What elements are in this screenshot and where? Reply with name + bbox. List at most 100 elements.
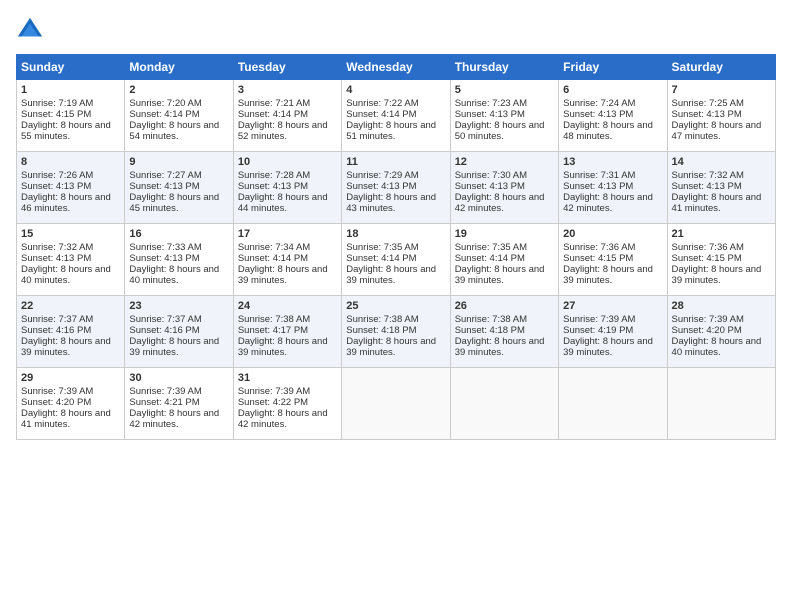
col-header-tuesday: Tuesday (233, 55, 341, 80)
page: SundayMondayTuesdayWednesdayThursdayFrid… (0, 0, 792, 448)
col-header-thursday: Thursday (450, 55, 558, 80)
sunset: Sunset: 4:16 PM (21, 325, 91, 336)
week-row-4: 22Sunrise: 7:37 AMSunset: 4:16 PMDayligh… (17, 296, 776, 368)
day-number: 11 (346, 156, 445, 168)
sunrise: Sunrise: 7:27 AM (129, 170, 201, 181)
sunrise: Sunrise: 7:39 AM (129, 386, 201, 397)
calendar-cell (559, 368, 667, 440)
day-number: 14 (672, 156, 771, 168)
sunrise: Sunrise: 7:21 AM (238, 98, 310, 109)
week-row-2: 8Sunrise: 7:26 AMSunset: 4:13 PMDaylight… (17, 152, 776, 224)
calendar-cell: 16Sunrise: 7:33 AMSunset: 4:13 PMDayligh… (125, 224, 233, 296)
calendar-cell: 28 Sunrise: 7:39 AMSunset: 4:20 PMDayligh… (667, 296, 775, 368)
day-number: 16 (129, 228, 228, 240)
sunset: Sunset: 4:15 PM (672, 253, 742, 264)
calendar-cell: 12Sunrise: 7:30 AMSunset: 4:13 PMDayligh… (450, 152, 558, 224)
sunset: Sunset: 4:14 PM (238, 253, 308, 264)
daylight: Daylight: 8 hours and 55 minutes. (21, 120, 111, 142)
daylight: Daylight: 8 hours and 52 minutes. (238, 120, 328, 142)
daylight: Daylight: 8 hours and 43 minutes. (346, 192, 436, 214)
daylight: Daylight: 8 hours and 50 minutes. (455, 120, 545, 142)
day-number: 10 (238, 156, 337, 168)
calendar-cell: 10Sunrise: 7:28 AMSunset: 4:13 PMDayligh… (233, 152, 341, 224)
calendar-cell (450, 368, 558, 440)
day-number: 2 (129, 84, 228, 96)
header-row: SundayMondayTuesdayWednesdayThursdayFrid… (17, 55, 776, 80)
sunrise: Sunrise: 7:22 AM (346, 98, 418, 109)
sunset: Sunset: 4:15 PM (563, 253, 633, 264)
sunset: Sunset: 4:13 PM (238, 181, 308, 192)
col-header-sunday: Sunday (17, 55, 125, 80)
week-row-3: 15Sunrise: 7:32 AMSunset: 4:13 PMDayligh… (17, 224, 776, 296)
sunrise: Sunrise: 7:38 AM (346, 314, 418, 325)
sunrise: Sunrise: 7:30 AM (455, 170, 527, 181)
sunrise: Sunrise: 7:32 AM (672, 170, 744, 181)
day-number: 15 (21, 228, 120, 240)
sunset: Sunset: 4:14 PM (346, 253, 416, 264)
sunrise: Sunrise: 7:39 AM (563, 314, 635, 325)
sunset: Sunset: 4:14 PM (129, 109, 199, 120)
day-number: 3 (238, 84, 337, 96)
day-number: 6 (563, 84, 662, 96)
sunset: Sunset: 4:13 PM (563, 109, 633, 120)
sunrise: Sunrise: 7:36 AM (563, 242, 635, 253)
sunset: Sunset: 4:22 PM (238, 397, 308, 408)
sunset: Sunset: 4:21 PM (129, 397, 199, 408)
daylight: Daylight: 8 hours and 45 minutes. (129, 192, 219, 214)
daylight: Daylight: 8 hours and 40 minutes. (672, 336, 762, 358)
calendar-cell: 14Sunrise: 7:32 AMSunset: 4:13 PMDayligh… (667, 152, 775, 224)
sunrise: Sunrise: 7:29 AM (346, 170, 418, 181)
sunrise: Sunrise: 7:39 AM (21, 386, 93, 397)
sunset: Sunset: 4:20 PM (672, 325, 742, 336)
day-number: 26 (455, 300, 554, 312)
header (16, 16, 776, 44)
day-number: 20 (563, 228, 662, 240)
calendar-cell: 26Sunrise: 7:38 AMSunset: 4:18 PMDayligh… (450, 296, 558, 368)
daylight: Daylight: 8 hours and 39 minutes. (563, 336, 653, 358)
daylight: Daylight: 8 hours and 39 minutes. (21, 336, 111, 358)
sunrise: Sunrise: 7:36 AM (672, 242, 744, 253)
daylight: Daylight: 8 hours and 39 minutes. (346, 264, 436, 286)
sunset: Sunset: 4:16 PM (129, 325, 199, 336)
calendar-cell: 13Sunrise: 7:31 AMSunset: 4:13 PMDayligh… (559, 152, 667, 224)
calendar-cell: 15Sunrise: 7:32 AMSunset: 4:13 PMDayligh… (17, 224, 125, 296)
sunset: Sunset: 4:13 PM (129, 253, 199, 264)
sunrise: Sunrise: 7:34 AM (238, 242, 310, 253)
daylight: Daylight: 8 hours and 47 minutes. (672, 120, 762, 142)
day-number: 5 (455, 84, 554, 96)
calendar-cell: 18Sunrise: 7:35 AMSunset: 4:14 PMDayligh… (342, 224, 450, 296)
day-number: 25 (346, 300, 445, 312)
day-number: 23 (129, 300, 228, 312)
sunrise: Sunrise: 7:39 AM (672, 314, 744, 325)
week-row-5: 29Sunrise: 7:39 AMSunset: 4:20 PMDayligh… (17, 368, 776, 440)
sunrise: Sunrise: 7:38 AM (455, 314, 527, 325)
sunrise: Sunrise: 7:35 AM (346, 242, 418, 253)
calendar-cell: 21Sunrise: 7:36 AMSunset: 4:15 PMDayligh… (667, 224, 775, 296)
daylight: Daylight: 8 hours and 54 minutes. (129, 120, 219, 142)
daylight: Daylight: 8 hours and 39 minutes. (455, 264, 545, 286)
calendar-cell: 24Sunrise: 7:38 AMSunset: 4:17 PMDayligh… (233, 296, 341, 368)
logo-icon (16, 16, 44, 44)
sunrise: Sunrise: 7:23 AM (455, 98, 527, 109)
calendar-cell: 17Sunrise: 7:34 AMSunset: 4:14 PMDayligh… (233, 224, 341, 296)
sunset: Sunset: 4:13 PM (21, 253, 91, 264)
day-number: 12 (455, 156, 554, 168)
sunset: Sunset: 4:18 PM (455, 325, 525, 336)
daylight: Daylight: 8 hours and 40 minutes. (129, 264, 219, 286)
daylight: Daylight: 8 hours and 46 minutes. (21, 192, 111, 214)
daylight: Daylight: 8 hours and 42 minutes. (238, 408, 328, 430)
calendar-cell: 19Sunrise: 7:35 AMSunset: 4:14 PMDayligh… (450, 224, 558, 296)
calendar-cell: 8Sunrise: 7:26 AMSunset: 4:13 PMDaylight… (17, 152, 125, 224)
col-header-saturday: Saturday (667, 55, 775, 80)
sunrise: Sunrise: 7:19 AM (21, 98, 93, 109)
day-number: 28 (672, 300, 771, 312)
day-number: 29 (21, 372, 120, 384)
sunrise: Sunrise: 7:24 AM (563, 98, 635, 109)
sunset: Sunset: 4:13 PM (455, 109, 525, 120)
sunrise: Sunrise: 7:20 AM (129, 98, 201, 109)
daylight: Daylight: 8 hours and 40 minutes. (21, 264, 111, 286)
daylight: Daylight: 8 hours and 42 minutes. (563, 192, 653, 214)
sunset: Sunset: 4:14 PM (346, 109, 416, 120)
sunrise: Sunrise: 7:28 AM (238, 170, 310, 181)
calendar-table: SundayMondayTuesdayWednesdayThursdayFrid… (16, 54, 776, 440)
